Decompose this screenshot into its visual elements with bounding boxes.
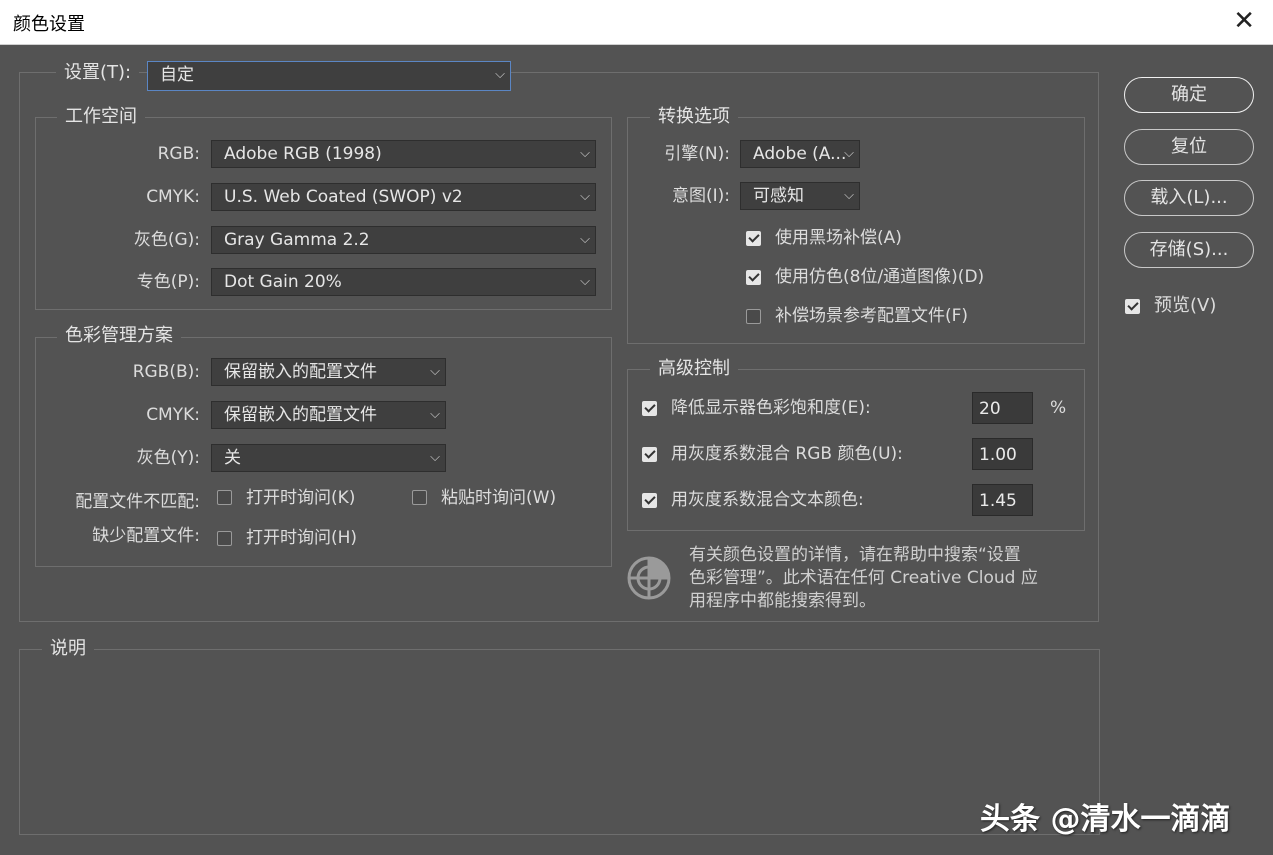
blend-rgb-input[interactable]: 1.00 bbox=[972, 438, 1033, 470]
missing-open-checkbox[interactable] bbox=[217, 531, 232, 546]
chevron-down-icon: ⌵ bbox=[430, 364, 440, 379]
help-line-2: 色彩管理”。此术语在任何 Creative Cloud 应 bbox=[689, 568, 1038, 588]
chevron-down-icon: ⌵ bbox=[580, 232, 590, 247]
policy-cmyk-value: 保留嵌入的配置文件 bbox=[224, 405, 377, 425]
ws-gray-value: Gray Gamma 2.2 bbox=[224, 230, 370, 250]
ws-cmyk-value: U.S. Web Coated (SWOP) v2 bbox=[224, 187, 463, 207]
intent-label: 意图(I): bbox=[671, 186, 730, 206]
blend-rgb-value: 1.00 bbox=[979, 445, 1017, 465]
policy-gray-value: 关 bbox=[224, 448, 241, 468]
mismatch-paste-checkbox[interactable] bbox=[412, 490, 427, 505]
blend-text-checkbox[interactable] bbox=[642, 493, 657, 508]
black-point-label[interactable]: 使用黑场补偿(A) bbox=[775, 227, 902, 249]
black-point-checkbox[interactable] bbox=[746, 231, 761, 246]
window-title: 颜色设置 bbox=[13, 14, 85, 35]
watermark: 头条 @清水一滴滴 bbox=[980, 802, 1231, 837]
policy-rgb-label: RGB(B): bbox=[132, 362, 200, 382]
policy-gray-label: 灰色(Y): bbox=[136, 448, 200, 468]
settings-value: 自定 bbox=[160, 65, 194, 85]
description-legend: 说明 bbox=[42, 638, 94, 660]
policy-cmyk-dropdown[interactable]: 保留嵌入的配置文件 ⌵ bbox=[211, 401, 446, 429]
policy-cmyk-label: CMYK: bbox=[146, 405, 200, 425]
mismatch-open-checkbox[interactable] bbox=[217, 490, 232, 505]
mismatch-label: 配置文件不匹配: bbox=[75, 492, 200, 512]
ws-cmyk-dropdown[interactable]: U.S. Web Coated (SWOP) v2 ⌵ bbox=[211, 183, 596, 211]
chevron-down-icon: ⌵ bbox=[430, 450, 440, 465]
advanced-legend: 高级控制 bbox=[650, 358, 738, 380]
color-wheel-icon bbox=[626, 555, 672, 601]
desaturate-checkbox[interactable] bbox=[642, 401, 657, 416]
policies-legend: 色彩管理方案 bbox=[57, 325, 181, 347]
policy-rgb-value: 保留嵌入的配置文件 bbox=[224, 362, 377, 382]
settings-label: 设置(T): bbox=[56, 62, 140, 84]
engine-value: Adobe (A... bbox=[753, 144, 847, 164]
policy-gray-dropdown[interactable]: 关 ⌵ bbox=[211, 444, 446, 472]
chevron-down-icon: ⌵ bbox=[495, 67, 505, 82]
description-group bbox=[19, 649, 1100, 835]
ws-gray-label: 灰色(G): bbox=[133, 230, 200, 250]
settings-dropdown[interactable]: 自定 ⌵ bbox=[147, 61, 511, 91]
compensate-checkbox[interactable] bbox=[746, 309, 761, 324]
desaturate-unit: % bbox=[1050, 398, 1067, 418]
compensate-label[interactable]: 补偿场景参考配置文件(F) bbox=[775, 305, 968, 327]
title-bar: 颜色设置 ✕ bbox=[0, 0, 1273, 45]
mismatch-open-label[interactable]: 打开时询问(K) bbox=[246, 487, 355, 509]
working-spaces-legend: 工作空间 bbox=[57, 106, 145, 128]
policy-rgb-dropdown[interactable]: 保留嵌入的配置文件 ⌵ bbox=[211, 358, 446, 386]
chevron-down-icon: ⌵ bbox=[430, 407, 440, 422]
ws-spot-value: Dot Gain 20% bbox=[224, 272, 342, 292]
chevron-down-icon: ⌵ bbox=[580, 274, 590, 289]
ws-cmyk-label: CMYK: bbox=[146, 187, 200, 207]
close-icon[interactable]: ✕ bbox=[1233, 6, 1255, 36]
mismatch-paste-label[interactable]: 粘贴时询问(W) bbox=[441, 487, 556, 509]
ws-rgb-value: Adobe RGB (1998) bbox=[224, 144, 382, 164]
missing-label: 缺少配置文件: bbox=[92, 526, 200, 546]
intent-value: 可感知 bbox=[753, 186, 804, 206]
ws-gray-dropdown[interactable]: Gray Gamma 2.2 ⌵ bbox=[211, 226, 596, 254]
chevron-down-icon: ⌵ bbox=[844, 188, 854, 203]
engine-dropdown[interactable]: Adobe (A... ⌵ bbox=[740, 140, 860, 168]
help-line-3: 用程序中都能搜索得到。 bbox=[689, 591, 876, 611]
ws-spot-dropdown[interactable]: Dot Gain 20% ⌵ bbox=[211, 268, 596, 296]
chevron-down-icon: ⌵ bbox=[580, 189, 590, 204]
blend-text-label[interactable]: 用灰度系数混合文本颜色: bbox=[671, 489, 864, 511]
blend-text-value: 1.45 bbox=[979, 491, 1017, 511]
desaturate-label[interactable]: 降低显示器色彩饱和度(E): bbox=[671, 397, 871, 419]
desaturate-input[interactable]: 20 bbox=[972, 392, 1033, 424]
blend-rgb-checkbox[interactable] bbox=[642, 447, 657, 462]
desaturate-value: 20 bbox=[979, 399, 1001, 419]
reset-button[interactable]: 复位 bbox=[1124, 129, 1254, 165]
load-button[interactable]: 载入(L)... bbox=[1124, 180, 1254, 216]
engine-label: 引擎(N): bbox=[664, 144, 730, 164]
ok-button[interactable]: 确定 bbox=[1124, 77, 1254, 113]
ws-rgb-label: RGB: bbox=[157, 144, 200, 164]
dither-checkbox[interactable] bbox=[746, 270, 761, 285]
ws-rgb-dropdown[interactable]: Adobe RGB (1998) ⌵ bbox=[211, 140, 596, 168]
intent-dropdown[interactable]: 可感知 ⌵ bbox=[740, 182, 860, 210]
ws-spot-label: 专色(P): bbox=[136, 272, 200, 292]
preview-label[interactable]: 预览(V) bbox=[1154, 295, 1216, 317]
chevron-down-icon: ⌵ bbox=[580, 146, 590, 161]
conversion-legend: 转换选项 bbox=[650, 106, 738, 128]
dither-label[interactable]: 使用仿色(8位/通道图像)(D) bbox=[775, 266, 984, 288]
preview-checkbox[interactable] bbox=[1125, 299, 1140, 314]
save-button[interactable]: 存储(S)... bbox=[1124, 232, 1254, 268]
blend-text-input[interactable]: 1.45 bbox=[972, 484, 1033, 516]
blend-rgb-label[interactable]: 用灰度系数混合 RGB 颜色(U): bbox=[671, 443, 903, 465]
help-line-1: 有关颜色设置的详情，请在帮助中搜索“设置 bbox=[689, 545, 1021, 565]
missing-open-label[interactable]: 打开时询问(H) bbox=[246, 527, 357, 549]
chevron-down-icon: ⌵ bbox=[844, 146, 854, 161]
